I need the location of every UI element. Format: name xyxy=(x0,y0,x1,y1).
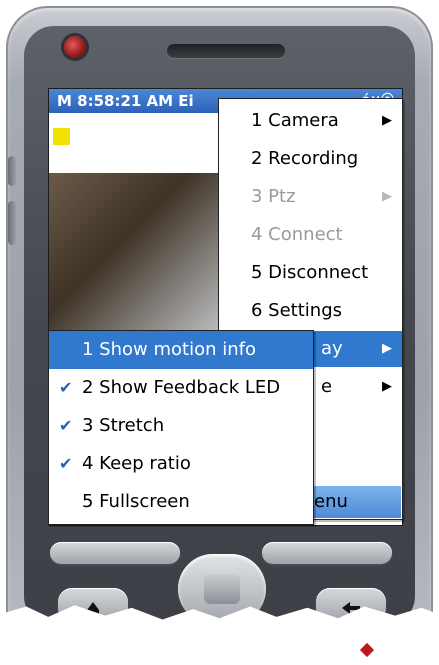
chevron-right-icon: ▶ xyxy=(382,189,392,204)
menu-item-connect: 4 Connect xyxy=(219,217,402,253)
submenu-item-label: 4 Keep ratio xyxy=(82,453,191,474)
checkmark-icon: ✔ xyxy=(59,378,73,397)
submenu-item-stretch[interactable]: ✔ 3 Stretch xyxy=(49,407,313,445)
left-soft-key[interactable] xyxy=(50,542,180,564)
display-submenu: 1 Show motion info ✔ 2 Show Feedback LED… xyxy=(48,330,314,525)
submenu-item-label: 2 Show Feedback LED xyxy=(82,377,281,398)
title-text: M 8:58:21 AM Ei xyxy=(57,92,194,110)
submenu-item-label: 1 Show motion info xyxy=(82,339,256,360)
submenu-item-fullscreen[interactable]: 5 Fullscreen xyxy=(49,483,313,521)
feedback-led xyxy=(53,128,70,145)
menu-item-label: 5 Disconnect xyxy=(251,262,369,283)
menu-item-label: 6 Settings xyxy=(251,300,343,321)
side-button[interactable] xyxy=(8,156,16,186)
dpad-center-button[interactable] xyxy=(204,574,240,604)
menu-item-label: 1 Camera xyxy=(251,110,339,131)
chevron-right-icon: ▶ xyxy=(382,379,392,394)
submenu-item-show-motion-info[interactable]: 1 Show motion info xyxy=(49,331,313,369)
chevron-right-icon: ▶ xyxy=(382,341,392,356)
menu-item-label: 2 Recording xyxy=(251,148,359,169)
earpiece-speaker xyxy=(167,44,285,58)
submenu-item-label: 5 Fullscreen xyxy=(82,491,190,512)
menu-softkey[interactable]: enu xyxy=(314,486,348,518)
submenu-item-show-feedback-led[interactable]: ✔ 2 Show Feedback LED xyxy=(49,369,313,407)
menu-item-recording[interactable]: 2 Recording xyxy=(219,141,402,177)
menu-item-label: 4 Connect xyxy=(251,224,343,245)
right-soft-key[interactable] xyxy=(262,542,392,564)
menu-item-ptz: 3 Ptz ▶ xyxy=(219,179,402,215)
submenu-item-keep-ratio[interactable]: ✔ 4 Keep ratio xyxy=(49,445,313,483)
menu-item-disconnect[interactable]: 5 Disconnect xyxy=(219,255,402,291)
side-button[interactable] xyxy=(8,201,16,245)
submenu-item-label: 3 Stretch xyxy=(82,415,165,436)
menu-item-camera[interactable]: 1 Camera ▶ xyxy=(219,103,402,139)
chevron-right-icon: ▶ xyxy=(382,113,392,128)
checkmark-icon: ✔ xyxy=(59,416,73,435)
menu-item-label: 3 Ptz xyxy=(251,186,296,207)
menu-item-settings[interactable]: 6 Settings xyxy=(219,293,402,329)
checkmark-icon: ✔ xyxy=(59,454,73,473)
front-camera-icon xyxy=(64,36,86,58)
